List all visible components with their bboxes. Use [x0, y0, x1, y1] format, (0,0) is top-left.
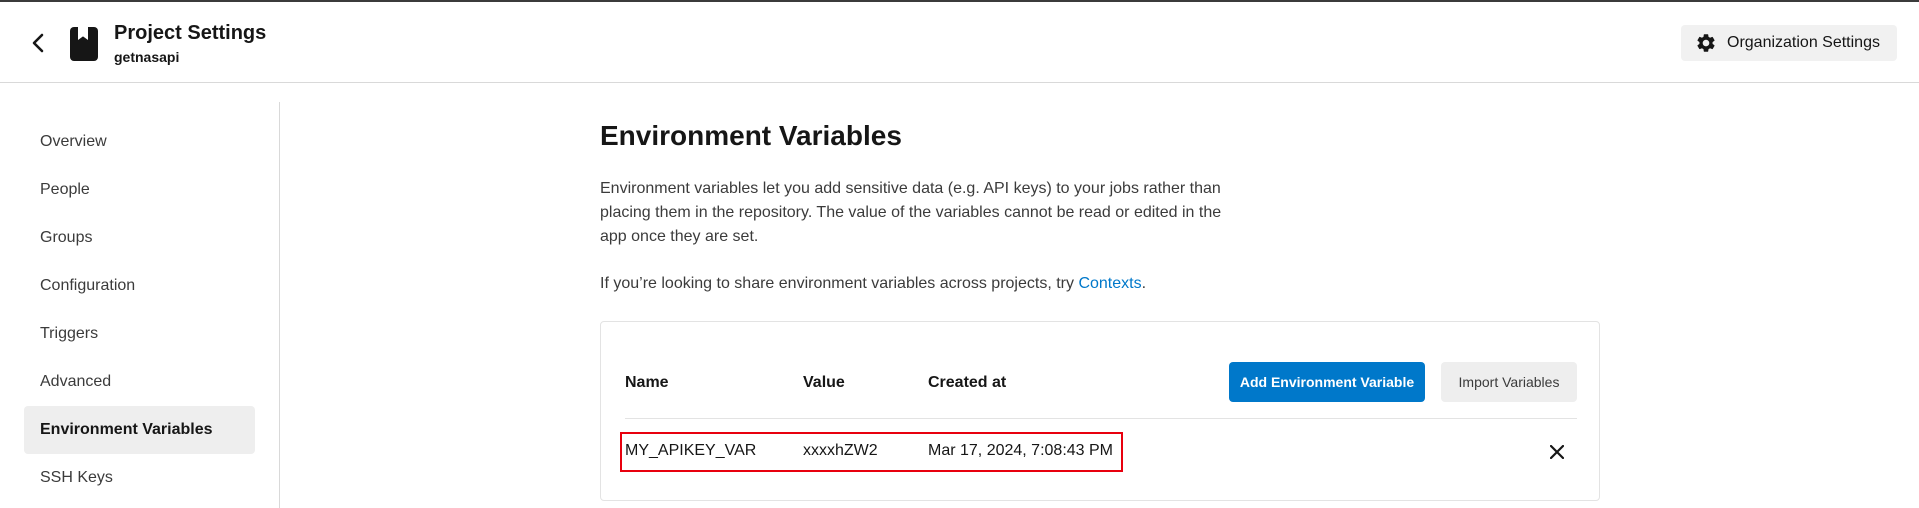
column-header-value: Value [803, 374, 845, 391]
contexts-link[interactable]: Contexts [1078, 275, 1141, 292]
sidebar-item-configuration[interactable]: Configuration [24, 262, 255, 310]
organization-settings-label: Organization Settings [1727, 34, 1880, 51]
sidebar-item-overview[interactable]: Overview [24, 118, 255, 166]
back-button[interactable] [24, 29, 52, 57]
sidebar-item-ssh-keys[interactable]: SSH Keys [24, 454, 255, 502]
env-var-name: MY_APIKEY_VAR [625, 442, 757, 459]
chevron-left-icon [32, 33, 44, 53]
sidebar-item-environment-variables[interactable]: Environment Variables [24, 406, 255, 454]
close-icon [1550, 445, 1564, 459]
env-var-created-at: Mar 17, 2024, 7:08:43 PM [928, 442, 1113, 459]
sidebar-item-advanced[interactable]: Advanced [24, 358, 255, 406]
page-header: Project Settings getnasapi Organization … [0, 2, 1919, 83]
delete-variable-button[interactable] [1545, 440, 1569, 464]
settings-sidebar: Overview People Groups Configuration Tri… [0, 102, 280, 508]
gear-icon [1697, 34, 1715, 52]
contexts-hint-text: If you’re looking to share environment v… [600, 275, 1079, 292]
table-row: MY_APIKEY_VAR xxxxhZW2 Mar 17, 2024, 7:0… [601, 428, 1601, 472]
column-header-created-at: Created at [928, 374, 1007, 391]
contexts-hint: If you’re looking to share environment v… [600, 272, 1146, 296]
section-description: Environment variables let you add sensit… [600, 180, 1222, 245]
column-header-name: Name [625, 374, 669, 391]
sidebar-item-groups[interactable]: Groups [24, 214, 255, 262]
sidebar-item-people[interactable]: People [24, 166, 255, 214]
env-var-value: xxxxhZW2 [803, 442, 878, 459]
add-environment-variable-button[interactable]: Add Environment Variable [1229, 362, 1425, 402]
organization-settings-button[interactable]: Organization Settings [1681, 25, 1897, 61]
table-divider [625, 418, 1577, 419]
page-title: Project Settings [114, 22, 267, 44]
env-vars-card: Name Value Created at Add Environment Va… [600, 321, 1600, 501]
project-name: getnasapi [114, 49, 180, 65]
bookmark-icon [70, 27, 98, 61]
import-variables-button[interactable]: Import Variables [1441, 362, 1577, 402]
contexts-hint-suffix: . [1141, 275, 1147, 292]
sidebar-item-triggers[interactable]: Triggers [24, 310, 255, 358]
section-heading: Environment Variables [600, 120, 902, 151]
